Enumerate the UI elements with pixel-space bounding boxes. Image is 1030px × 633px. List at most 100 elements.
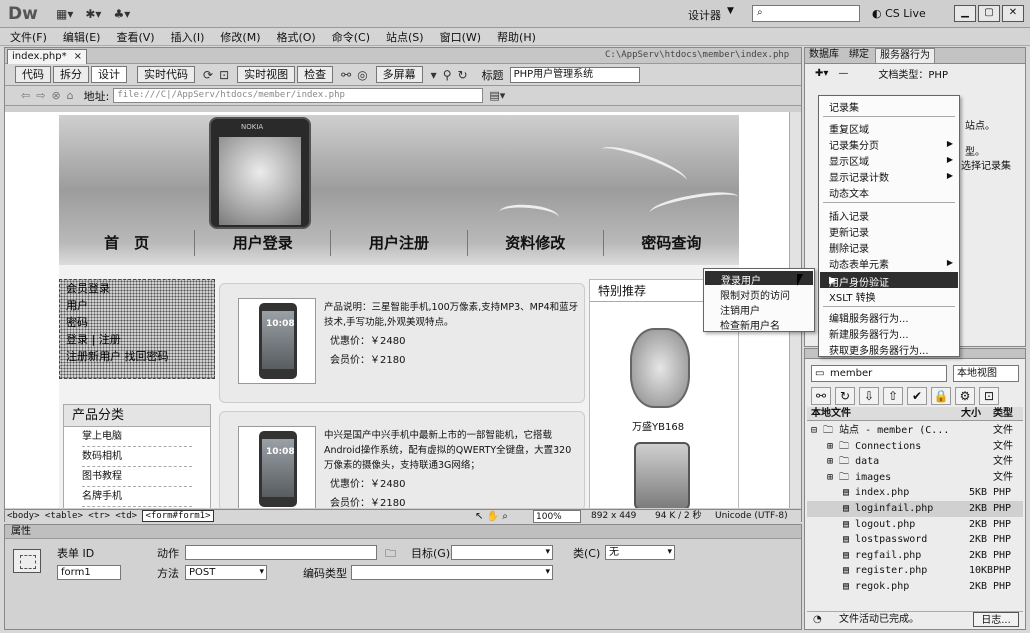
file-row[interactable]: ▤ regfail.php 2KB PHP bbox=[807, 548, 1023, 564]
log-button[interactable]: 日志... bbox=[973, 612, 1019, 627]
menu-window[interactable]: 窗口(W) bbox=[440, 29, 481, 45]
put-files-icon[interactable]: ⇧ bbox=[883, 387, 903, 405]
login-form-region[interactable]: 会员登录 用户 密码 登录 | 注册 注册新用户 找回密码 bbox=[59, 279, 215, 379]
menu-item-record-count[interactable]: 显示记录计数 bbox=[829, 169, 889, 184]
menu-item-xslt-transform[interactable]: XSLT 转换 bbox=[829, 289, 876, 304]
submenu-item-check-new-username[interactable]: 检查新用户名 bbox=[720, 317, 780, 332]
remove-behavior-icon[interactable]: — bbox=[838, 68, 848, 79]
col-local-files[interactable]: 本地文件 bbox=[811, 407, 851, 420]
minimize-icon[interactable]: ▁ bbox=[954, 5, 976, 22]
file-row[interactable]: ⊞ 🗀 images 文件 bbox=[807, 470, 1023, 486]
menu-item-new-server-behavior[interactable]: 新建服务器行为... bbox=[829, 326, 909, 341]
chevron-down-icon[interactable]: ▼ bbox=[727, 6, 734, 16]
submenu-item-restrict-access[interactable]: 限制对页的访问 bbox=[720, 287, 790, 302]
menu-item-user-authentication[interactable]: 用户身份验证 ▶ bbox=[820, 272, 958, 289]
workspace-switcher[interactable]: 设计器 bbox=[688, 7, 721, 23]
col-size[interactable]: 大小 bbox=[961, 407, 981, 420]
menu-item-edit-server-behaviors[interactable]: 编辑服务器行为... bbox=[829, 310, 909, 325]
nav-login[interactable]: 用户登录 bbox=[195, 230, 332, 256]
window-size[interactable]: 892 x 449 bbox=[591, 510, 636, 523]
maximize-icon[interactable]: ▢ bbox=[978, 5, 1000, 22]
enctype-select[interactable] bbox=[351, 565, 553, 580]
design-view[interactable]: NOKIA 首 页 用户登录 用户注册 资料修改 密码查询 会员登录 用户 密码… bbox=[5, 112, 801, 508]
menu-item-insert-record[interactable]: 插入记录 bbox=[829, 208, 869, 223]
site-root[interactable]: ⊟ 🗀 站点 - member (C... 文件 bbox=[807, 423, 1023, 439]
split-view-button[interactable]: 拆分 bbox=[53, 66, 89, 83]
menu-format[interactable]: 格式(O) bbox=[276, 29, 315, 45]
tab-databases[interactable]: 数据库 bbox=[805, 48, 843, 63]
selected-tag[interactable]: <form#form1> bbox=[142, 510, 214, 522]
extend-gear-icon[interactable]: ✱▾ bbox=[85, 7, 101, 21]
menu-item-dynamic-text[interactable]: 动态文本 bbox=[829, 185, 869, 200]
refresh-icon[interactable]: ↻ bbox=[458, 68, 468, 82]
connect-icon[interactable]: ⚯ bbox=[811, 387, 831, 405]
file-row[interactable]: ▤ regok.php 2KB PHP bbox=[807, 579, 1023, 595]
get-files-icon[interactable]: ⇩ bbox=[859, 387, 879, 405]
nav-home[interactable]: 首 页 bbox=[59, 230, 196, 256]
menu-item-recordset-paging[interactable]: 记录集分页 bbox=[829, 137, 879, 152]
multiscreen-button[interactable]: 多屏幕 bbox=[375, 66, 423, 83]
tab-bindings[interactable]: 绑定 bbox=[845, 48, 873, 63]
menu-commands[interactable]: 命令(C) bbox=[332, 29, 370, 45]
tag-selector[interactable]: <body> <table> <tr> <td> <form#form1> bbox=[7, 510, 214, 523]
class-select[interactable]: 无 bbox=[605, 545, 675, 560]
document-title-input[interactable]: PHP用户管理系统 bbox=[509, 66, 640, 83]
menu-item-get-more-server-behaviors[interactable]: 获取更多服务器行为... bbox=[829, 342, 929, 357]
live-view-button[interactable]: 实时视图 bbox=[237, 66, 296, 83]
check-page-icon[interactable]: ⚲ bbox=[443, 68, 452, 82]
menu-insert[interactable]: 插入(I) bbox=[171, 29, 205, 45]
layout-icon[interactable]: ▦▾ bbox=[56, 7, 73, 21]
help-search-input[interactable]: ⌕ bbox=[752, 5, 860, 22]
file-row[interactable]: ⊞ 🗀 data 文件 bbox=[807, 454, 1023, 470]
category-item[interactable]: 掌上电脑 bbox=[82, 427, 192, 447]
close-icon[interactable]: ✕ bbox=[1002, 5, 1024, 22]
home-icon[interactable]: ⌂ bbox=[67, 89, 74, 102]
view-select[interactable]: 本地视图 bbox=[953, 365, 1019, 382]
folder-icon[interactable]: 🗀 bbox=[385, 545, 396, 564]
add-behavior-icon[interactable]: ✚▾ bbox=[815, 68, 828, 79]
globe-icon[interactable]: ◎ bbox=[357, 68, 367, 82]
file-row[interactable]: ▤ loginfail.php 2KB PHP bbox=[807, 500, 1023, 517]
select-hand-zoom-icon[interactable]: ↖ ✋ ⌕ bbox=[475, 510, 508, 523]
menu-modify[interactable]: 修改(M) bbox=[220, 29, 260, 45]
site-select[interactable]: member bbox=[811, 365, 947, 382]
file-row[interactable]: ⊞ 🗀 Connections 文件 bbox=[807, 439, 1023, 455]
forward-icon[interactable]: ⇨ bbox=[36, 89, 45, 102]
cs-live-button[interactable]: ◐ CS Live bbox=[872, 7, 926, 20]
live-code-button[interactable]: 实时代码 bbox=[137, 66, 195, 83]
nav-edit-profile[interactable]: 资料修改 bbox=[468, 230, 604, 256]
file-row[interactable]: ▤ index.php 5KB PHP bbox=[807, 485, 1023, 501]
inspect-button[interactable]: 检查 bbox=[297, 66, 334, 83]
stop-icon[interactable]: ⊗ bbox=[51, 89, 60, 102]
check-out-icon[interactable]: ✔ bbox=[907, 387, 927, 405]
menu-site[interactable]: 站点(S) bbox=[386, 29, 424, 45]
method-select[interactable]: POST bbox=[185, 565, 267, 580]
browser-compat-icon[interactable]: ⟳ bbox=[203, 68, 213, 82]
menu-item-dynamic-form-elements[interactable]: 动态表单元素 bbox=[829, 256, 889, 271]
document-tab[interactable]: index.php* × bbox=[7, 49, 87, 64]
close-tab-icon[interactable]: × bbox=[74, 50, 82, 63]
menu-file[interactable]: 文件(F) bbox=[10, 29, 47, 45]
category-item[interactable]: 名牌手机 bbox=[82, 487, 192, 507]
menu-help[interactable]: 帮助(H) bbox=[497, 29, 536, 45]
visual-aids-icon[interactable]: ⚯ bbox=[341, 68, 351, 82]
menu-item-show-region[interactable]: 显示区域 bbox=[829, 153, 869, 168]
address-input[interactable]: file:///C|/AppServ/htdocs/member/index.p… bbox=[113, 88, 484, 103]
form-id-input[interactable]: form1 bbox=[57, 565, 121, 580]
chevron-down-icon[interactable]: ▾ bbox=[431, 68, 437, 82]
file-row[interactable]: ▤ logout.php 2KB PHP bbox=[807, 517, 1023, 533]
menu-item-delete-record[interactable]: 删除记录 bbox=[829, 240, 869, 255]
code-view-button[interactable]: 代码 bbox=[15, 66, 51, 83]
category-item[interactable]: 图书教程 bbox=[82, 467, 192, 487]
menu-item-update-record[interactable]: 更新记录 bbox=[829, 224, 869, 239]
menu-item-recordset[interactable]: 记录集 bbox=[829, 99, 859, 114]
check-in-icon[interactable]: 🔒 bbox=[931, 387, 951, 405]
target-select[interactable] bbox=[451, 545, 553, 560]
action-input[interactable] bbox=[185, 545, 377, 560]
nav-register[interactable]: 用户注册 bbox=[331, 230, 468, 256]
sync-icon[interactable]: ⚙ bbox=[955, 387, 975, 405]
category-item[interactable]: 数码相机 bbox=[82, 447, 192, 467]
tab-server-behaviors[interactable]: 服务器行为 bbox=[875, 48, 935, 63]
menu-item-repeat-region[interactable]: 重复区域 bbox=[829, 121, 869, 136]
browse-options-icon[interactable]: ▤▾ bbox=[489, 89, 505, 102]
